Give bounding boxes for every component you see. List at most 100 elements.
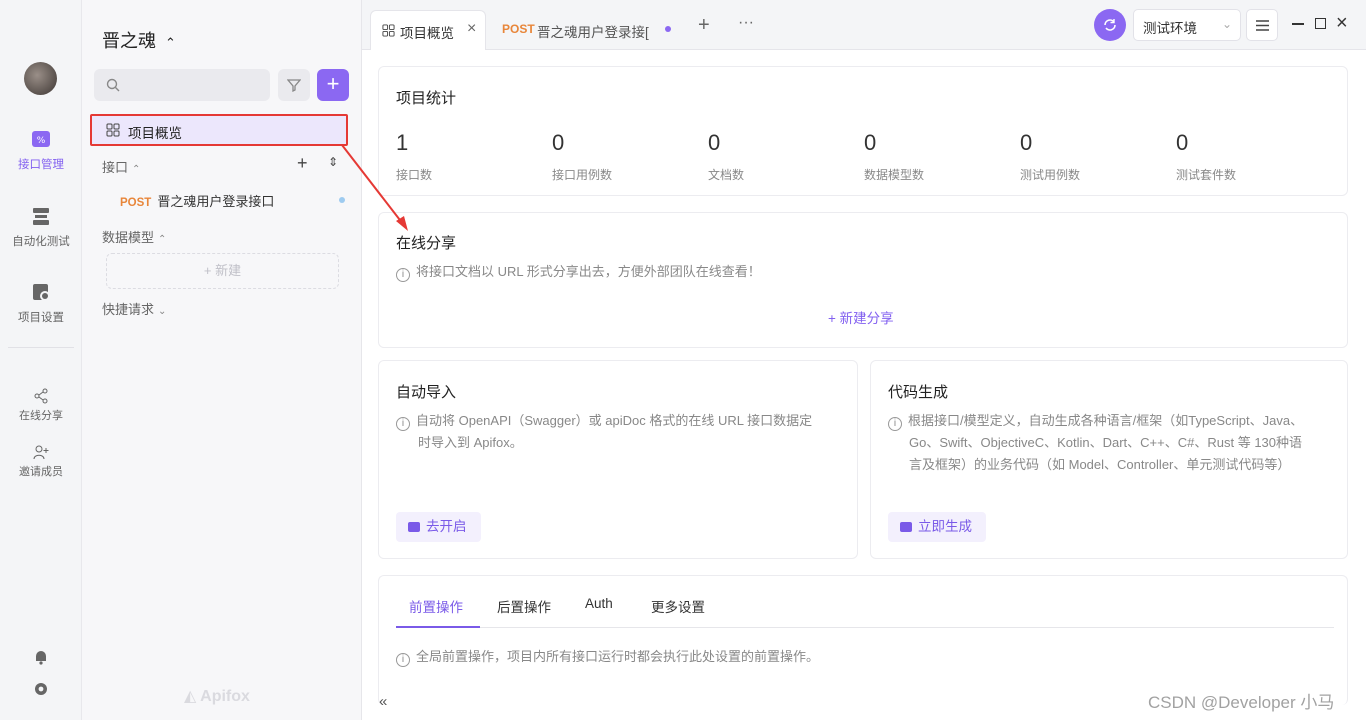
stat-label: 数据模型数 [864,168,925,182]
add-api-icon[interactable]: + [297,153,308,174]
share-card: 在线分享 i 将接口文档以 URL 形式分享出去，方便外部团队在线查看！ + 新建… [378,212,1348,348]
automation-test-icon [33,208,49,225]
card-title: 自动导入 [396,384,457,401]
sidebar-item-overview[interactable]: 项目概览 [90,114,348,146]
new-share-button[interactable]: + 新建分享 [828,307,894,327]
window-close-icon[interactable]: × [1336,12,1348,35]
rail-label: 接口管理 [18,159,64,171]
stat-item: 0 测试用例数 [1020,130,1080,183]
unsaved-dot [339,197,345,203]
minimize-icon[interactable] [1292,23,1304,25]
hint-text: Go、Swift、ObjectiveC、Kotlin、Dart、C++、C#、R… [909,435,1303,450]
settings-card: 前置操作 后置操作 Auth 更多设置 i 全局前置操作，项目内所有接口运行时都会… [378,575,1348,705]
tab-label: 项目概览 [400,26,454,41]
info-icon: i [888,417,902,431]
search-input[interactable] [94,69,270,101]
new-tab-icon[interactable]: + [698,14,710,37]
collapse-all-icon[interactable]: ⇕ [328,155,338,169]
bell-icon[interactable] [32,648,50,666]
rail-label: 项目设置 [18,312,64,324]
project-settings-icon [33,284,50,301]
unsaved-dot [665,26,671,32]
codegen-hint: i 根据接口/模型定义，自动生成各种语言/框架（如TypeScript、Java、… [888,410,1303,476]
filter-icon [287,79,301,92]
env-select[interactable]: 测试环境 ⌄ [1133,9,1241,41]
project-name: 晋之魂 [102,31,156,51]
left-rail: % 接口管理 自动化测试 项目设置 在线分享 邀请成员 [0,0,82,720]
rail-item-automation[interactable]: 自动化测试 [0,205,82,249]
api-item[interactable]: POST 晋之魂用户登录接口 [120,191,274,210]
active-tab-indicator [396,626,480,628]
rail-label: 在线分享 [19,410,63,422]
tab-bar: 项目概览 × POST 晋之魂用户登录接[ + ··· 测试环境 ⌄ × [362,0,1366,50]
import-icon [408,522,420,532]
add-button[interactable]: + [317,69,349,101]
tab-overview[interactable]: 项目概览 × [370,10,486,50]
stats-card: 项目统计 1 接口数 0 接口用例数 0 文档数 0 数据模型数 0 测试用例数 0 测试套… [378,66,1348,196]
info-icon: i [396,268,410,282]
stat-label: 测试套件数 [1176,168,1237,182]
stat-value: 0 [552,130,565,155]
tab-login-api[interactable]: POST 晋之魂用户登录接[ [492,10,682,50]
grid-icon [382,24,395,37]
generate-code-button[interactable]: 立即生成 [888,512,986,542]
stat-item: 0 数据模型数 [864,130,924,183]
section-models[interactable]: 数据模型 ⌃ [102,227,166,246]
info-icon: i [396,417,410,431]
stat-label: 接口用例数 [552,168,613,182]
stat-label: 接口数 [396,168,433,182]
auto-import-hint: i 自动将 OpenAPI（Swagger）或 apiDoc 格式的在线 URL … [396,410,812,454]
method-badge: POST [502,22,535,36]
hint-text: 自动将 OpenAPI（Swagger）或 apiDoc 格式的在线 URL 接… [416,413,813,428]
filter-button[interactable] [278,69,310,101]
rail-item-share[interactable]: 在线分享 [0,388,82,423]
section-label: 快捷请求 [102,302,155,317]
card-title: 代码生成 [888,384,949,401]
watermark: CSDN @Developer 小马 [1148,693,1335,712]
button-label: 立即生成 [918,519,972,534]
sidebar-item-label: 项目概览 [128,126,182,141]
card-title: 项目统计 [396,90,457,107]
info-icon: i [396,653,410,667]
section-quick[interactable]: 快捷请求 ⌄ [102,299,166,318]
rail-label: 自动化测试 [12,236,70,248]
tab-more-settings[interactable]: 更多设置 [651,596,705,616]
rail-item-api-management[interactable]: % 接口管理 [0,128,82,172]
stat-value: 0 [864,130,877,155]
section-label: 数据模型 [102,230,155,245]
section-api[interactable]: 接口 ⌃ [102,157,140,176]
enable-auto-import-button[interactable]: 去开启 [396,512,481,542]
new-model-button[interactable]: + 新建 [106,253,339,289]
stat-value: 0 [1176,130,1189,155]
tab-auth[interactable]: Auth [585,596,613,611]
auto-import-card: 自动导入 i 自动将 OpenAPI（Swagger）或 apiDoc 格式的在线… [378,360,858,559]
hamburger-icon [1256,20,1269,31]
project-switcher[interactable]: 晋之魂 ⌃ [102,27,176,53]
menu-button[interactable] [1246,9,1278,41]
maximize-icon[interactable] [1315,18,1326,29]
tab-pre-operation[interactable]: 前置操作 [409,596,463,616]
sync-button[interactable] [1094,9,1126,41]
chevron-up-icon: ⌃ [158,234,167,245]
stat-item: 1 接口数 [396,130,432,183]
collapse-sidebar-button[interactable]: « [379,693,387,710]
avatar[interactable] [24,62,57,95]
chevron-up-icon: ⌃ [132,164,141,175]
rail-item-project-settings[interactable]: 项目设置 [0,281,82,325]
tab-post-operation[interactable]: 后置操作 [497,596,551,616]
grid-icon [106,123,120,137]
stat-value: 1 [396,130,409,155]
rail-item-invite[interactable]: 邀请成员 [0,444,82,479]
close-icon[interactable]: × [467,20,476,38]
stat-value: 0 [1020,130,1033,155]
stat-item: 0 文档数 [708,130,744,183]
hint-text: 言及框架）的业务代码（如 Model、Controller、单元测试代码等） [909,457,1291,472]
codegen-card: 代码生成 i 根据接口/模型定义，自动生成各种语言/框架（如TypeScript、… [870,360,1348,559]
more-icon[interactable]: ··· [738,14,754,32]
section-label: 接口 [102,160,129,175]
chevron-down-icon: ⌄ [1222,17,1233,31]
chevron-updown-icon: ⌃ [165,35,176,50]
hint-text: 将接口文档以 URL 形式分享出去，方便外部团队在线查看！ [416,264,761,279]
main-content: 项目统计 1 接口数 0 接口用例数 0 文档数 0 数据模型数 0 测试用例数 0 测试套… [362,50,1366,720]
gear-icon[interactable] [32,680,50,698]
